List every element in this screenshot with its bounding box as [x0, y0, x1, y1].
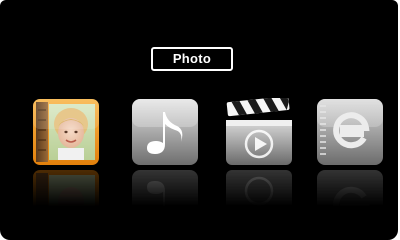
- music-note-icon: [131, 98, 199, 166]
- ebook-icon: [316, 98, 384, 166]
- selected-item-label: Photo: [151, 47, 233, 71]
- clapperboard-play-icon-reflection: [225, 169, 293, 237]
- menu-item-music[interactable]: [131, 98, 201, 236]
- music-note-icon-reflection: [131, 169, 199, 237]
- menu-item-ebook[interactable]: [316, 98, 386, 236]
- menu-item-photo[interactable]: [32, 98, 102, 236]
- menu-item-movie[interactable]: [225, 98, 295, 218]
- media-menu-screen: Photo: [0, 0, 398, 240]
- photo-album-icon-reflection: [32, 169, 100, 237]
- clapperboard-play-icon: [225, 98, 293, 166]
- photo-album-icon: [32, 98, 100, 166]
- ebook-icon-reflection: [316, 169, 384, 237]
